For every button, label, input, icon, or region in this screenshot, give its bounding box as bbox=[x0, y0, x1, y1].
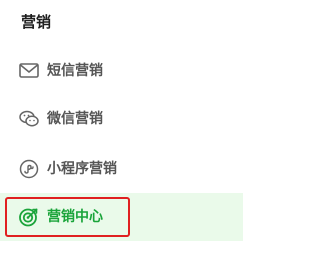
sidebar-item-mini-program-marketing[interactable]: 小程序营销 bbox=[0, 147, 243, 191]
sidebar-item-wechat-marketing[interactable]: 微信营销 bbox=[0, 97, 243, 141]
sidebar-item-marketing-center[interactable]: 营销中心 bbox=[0, 193, 243, 241]
sidebar-item-label: 小程序营销 bbox=[47, 161, 117, 177]
sidebar-item-label: 短信营销 bbox=[47, 63, 103, 79]
mail-icon bbox=[18, 61, 40, 81]
wechat-icon bbox=[18, 109, 40, 129]
sidebar-item-label: 营销中心 bbox=[47, 209, 103, 225]
mini-program-icon bbox=[18, 159, 40, 179]
target-icon bbox=[18, 207, 40, 227]
marketing-sidebar: 营销 短信营销 微信营销 小程序营销 营销中心 bbox=[0, 0, 243, 255]
sidebar-item-label: 微信营销 bbox=[47, 111, 103, 127]
sidebar-item-sms-marketing[interactable]: 短信营销 bbox=[0, 49, 243, 93]
section-title: 营销 bbox=[21, 13, 52, 31]
